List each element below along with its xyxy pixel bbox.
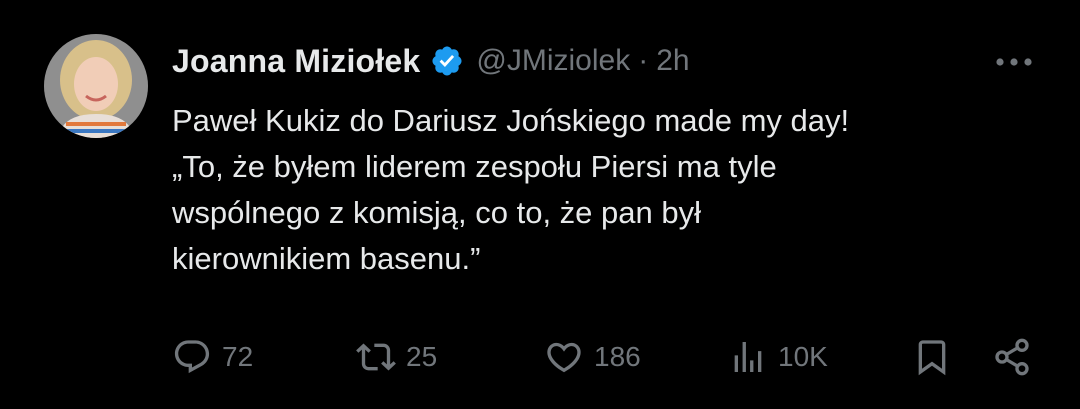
views-count: 10K [778, 341, 828, 372]
heart-icon [547, 342, 581, 373]
reply-icon [174, 340, 210, 374]
avatar-image [44, 34, 148, 138]
author-display-name[interactable]: Joanna Miziołek [172, 43, 420, 80]
verified-badge-icon[interactable] [430, 44, 464, 78]
bookmark-button[interactable] [912, 330, 952, 384]
more-icon [996, 58, 1032, 66]
author-handle[interactable]: @JMiziolek [476, 44, 630, 78]
tweet-text-line: kierownikiem basenu.” [172, 241, 481, 276]
tweet-timestamp[interactable]: 2h [656, 44, 689, 78]
reply-button[interactable]: 72 [172, 330, 253, 384]
reply-count: 72 [222, 341, 254, 372]
bookmark-icon [918, 340, 946, 376]
tweet-card[interactable]: Joanna Miziołek @JMiziolek · 2h Paweł Ku… [0, 0, 1080, 409]
analytics-icon [734, 342, 762, 372]
like-button[interactable]: 186 [544, 330, 641, 384]
retweet-count: 25 [406, 341, 438, 372]
tweet-text-line: „To, że byłem liderem zespołu Piersi ma … [172, 149, 777, 184]
share-icon [995, 338, 1029, 376]
views-button[interactable]: 10K [728, 330, 828, 384]
share-button[interactable] [992, 330, 1032, 384]
tweet-actions-bar: 72 25 186 10K [172, 330, 1042, 384]
retweet-icon [356, 343, 396, 371]
retweet-button[interactable]: 25 [356, 330, 437, 384]
tweet-text: Paweł Kukiz do Dariusz Jońskiego made my… [172, 98, 1052, 282]
like-count: 186 [594, 341, 641, 372]
tweet-header: Joanna Miziołek @JMiziolek · 2h [172, 36, 690, 86]
more-options-button[interactable] [990, 44, 1038, 80]
tweet-text-line: Paweł Kukiz do Dariusz Jońskiego made my… [172, 103, 850, 138]
tweet-text-line: wspólnego z komisją, co to, że pan był [172, 195, 701, 230]
avatar[interactable] [44, 34, 148, 138]
header-separator: · [638, 44, 649, 77]
